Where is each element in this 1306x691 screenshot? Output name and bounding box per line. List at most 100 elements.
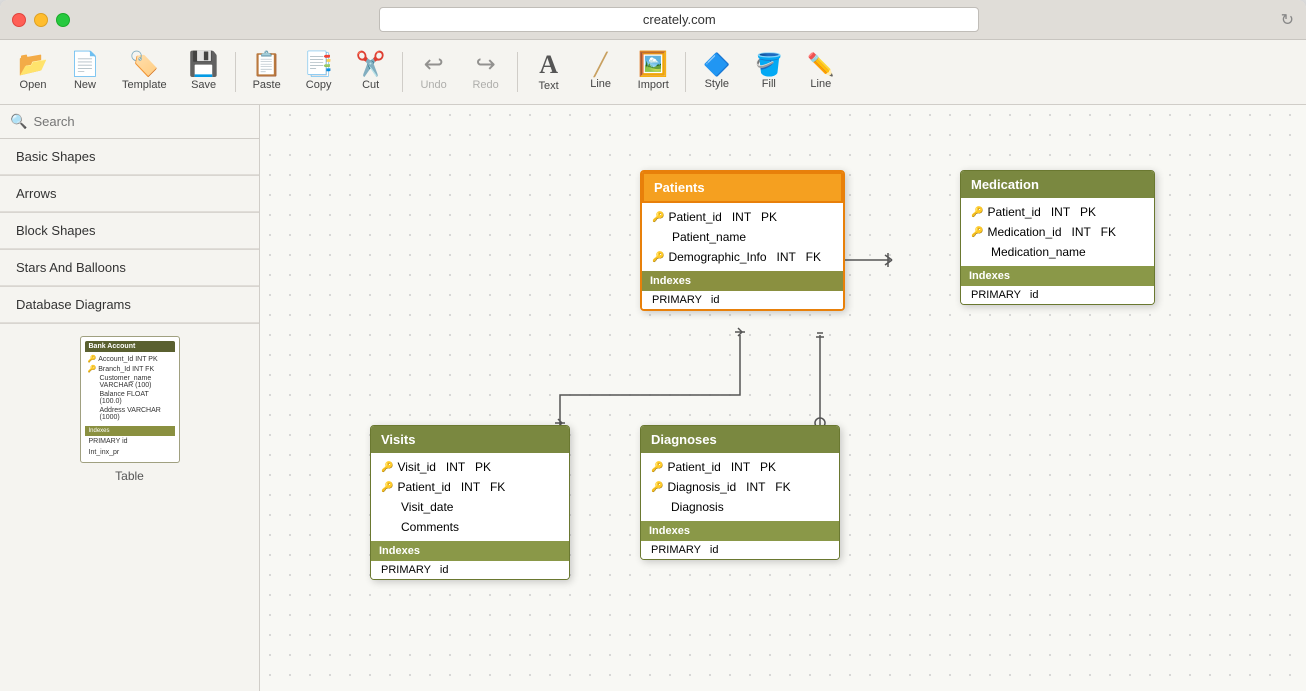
copy-icon: 📑 <box>304 53 334 77</box>
key-icon: 🔑 <box>651 462 663 473</box>
key-icon: 🔑 <box>971 207 983 218</box>
new-icon: 📄 <box>70 53 100 77</box>
preview-label: Table <box>115 469 144 483</box>
sidebar-section-block: Block Shapes <box>0 213 259 250</box>
open-button[interactable]: 📂 Open <box>8 44 58 100</box>
fk-icon: 🔑 <box>381 482 393 493</box>
table-diagnoses-index-row: PRIMARY id <box>641 541 839 559</box>
cut-button[interactable]: ✂️ Cut <box>346 44 396 100</box>
url-text: creately.com <box>643 12 716 27</box>
line-button[interactable]: ╱ Line <box>576 44 626 100</box>
cut-label: Cut <box>362 79 379 91</box>
maximize-button[interactable] <box>56 13 70 27</box>
sidebar-item-basic-shapes[interactable]: Basic Shapes <box>0 139 259 175</box>
open-icon: 📂 <box>18 53 48 77</box>
search-input[interactable] <box>33 114 249 129</box>
preview-card-header: Bank Account <box>85 341 175 352</box>
table-visits-body: 🔑 Visit_id INT PK 🔑 Patient_id INT FK Vi… <box>371 453 569 541</box>
preview-card[interactable]: Bank Account 🔑 Account_Id INT PK 🔑 Branc… <box>80 336 180 463</box>
redo-button[interactable]: ↪ Redo <box>461 44 511 100</box>
text-icon: A <box>539 52 558 78</box>
text-button[interactable]: A Text <box>524 44 574 100</box>
sidebar-item-block-shapes[interactable]: Block Shapes <box>0 213 259 249</box>
text-label: Text <box>539 80 559 92</box>
search-icon: 🔍 <box>10 113 27 130</box>
sidebar-item-stars-balloons[interactable]: Stars And Balloons <box>0 250 259 286</box>
table-row: Medication_name <box>961 242 1154 262</box>
sidebar: 🔍 Basic Shapes Arrows Block Shapes Stars… <box>0 105 260 691</box>
table-patients-index-row: PRIMARY id <box>642 291 843 309</box>
table-row: 🔑 Patient_id INT PK <box>641 457 839 477</box>
table-row: Diagnosis <box>641 497 839 517</box>
app-window: creately.com ↻ 📂 Open 📄 New 🏷️ Template … <box>0 0 1306 691</box>
new-button[interactable]: 📄 New <box>60 44 110 100</box>
fk-icon: 🔑 <box>652 252 664 263</box>
close-button[interactable] <box>12 13 26 27</box>
table-patients-indexes-header: Indexes <box>642 271 843 291</box>
preview-row-3: Customer_name VARCHAR (100) <box>85 374 175 390</box>
save-icon: 💾 <box>189 53 219 77</box>
open-label: Open <box>20 79 47 91</box>
canvas[interactable]: Patients 🔑 Patient_id INT PK Patient_nam… <box>260 105 1306 691</box>
search-bar: 🔍 <box>0 105 259 139</box>
table-patients-header: Patients <box>642 172 843 203</box>
table-row: 🔑 Patient_id INT PK <box>961 202 1154 222</box>
sidebar-section-basic: Basic Shapes <box>0 139 259 176</box>
undo-icon: ↩ <box>424 53 444 77</box>
copy-label: Copy <box>306 79 332 91</box>
key-icon-2: 🔑 <box>88 365 97 373</box>
undo-label: Undo <box>420 79 446 91</box>
save-button[interactable]: 💾 Save <box>179 44 229 100</box>
sidebar-item-arrows[interactable]: Arrows <box>0 176 259 212</box>
fk-icon: 🔑 <box>651 482 663 493</box>
table-row: 🔑 Medication_id INT FK <box>961 222 1154 242</box>
sidebar-preview: Bank Account 🔑 Account_Id INT PK 🔑 Branc… <box>0 324 259 495</box>
table-patients[interactable]: Patients 🔑 Patient_id INT PK Patient_nam… <box>640 170 845 311</box>
template-button[interactable]: 🏷️ Template <box>112 44 177 100</box>
import-label: Import <box>638 79 669 91</box>
table-row: Comments <box>371 517 569 537</box>
sidebar-item-database-diagrams[interactable]: Database Diagrams <box>0 287 259 323</box>
table-diagnoses[interactable]: Diagnoses 🔑 Patient_id INT PK 🔑 Diagnosi… <box>640 425 840 560</box>
import-button[interactable]: 🖼️ Import <box>628 44 679 100</box>
style-label: Style <box>705 78 729 90</box>
table-medication[interactable]: Medication 🔑 Patient_id INT PK 🔑 Medicat… <box>960 170 1155 305</box>
template-label: Template <box>122 79 167 91</box>
sidebar-section-stars: Stars And Balloons <box>0 250 259 287</box>
fill-button[interactable]: 🪣 Fill <box>744 44 794 100</box>
sidebar-section-arrows: Arrows <box>0 176 259 213</box>
preview-row-2: 🔑 Branch_Id INT FK <box>85 364 175 374</box>
reload-button[interactable]: ↻ <box>1281 10 1294 30</box>
fill-label: Fill <box>762 78 776 90</box>
linestyle-button[interactable]: ✏️ Line <box>796 44 846 100</box>
fk-icon: 🔑 <box>971 227 983 238</box>
table-medication-index-row: PRIMARY id <box>961 286 1154 304</box>
table-diagnoses-body: 🔑 Patient_id INT PK 🔑 Diagnosis_id INT F… <box>641 453 839 521</box>
minimize-button[interactable] <box>34 13 48 27</box>
traffic-lights <box>12 13 70 27</box>
divider-1 <box>235 52 236 92</box>
import-icon: 🖼️ <box>638 53 668 77</box>
divider-2 <box>402 52 403 92</box>
copy-button[interactable]: 📑 Copy <box>294 44 344 100</box>
undo-button[interactable]: ↩ Undo <box>409 44 459 100</box>
linestyle-label: Line <box>810 78 831 90</box>
preview-index-row: PRIMARY id <box>85 436 175 447</box>
table-row: 🔑 Patient_id INT FK <box>371 477 569 497</box>
table-visits[interactable]: Visits 🔑 Visit_id INT PK 🔑 Patient_id IN… <box>370 425 570 580</box>
template-icon: 🏷️ <box>129 53 159 77</box>
table-row: 🔑 Patient_id INT PK <box>642 207 843 227</box>
fill-icon: 🪣 <box>755 54 782 76</box>
preview-card-indexes: Indexes <box>85 426 175 436</box>
preview-row-4: Balance FLOAT (100.0) <box>85 390 175 406</box>
address-bar[interactable]: creately.com <box>379 7 979 32</box>
paste-button[interactable]: 📋 Paste <box>242 44 292 100</box>
style-button[interactable]: 🔷 Style <box>692 44 742 100</box>
table-patients-body: 🔑 Patient_id INT PK Patient_name 🔑 Demog… <box>642 203 843 271</box>
divider-3 <box>517 52 518 92</box>
save-label: Save <box>191 79 216 91</box>
paste-label: Paste <box>253 79 281 91</box>
title-bar: creately.com ↻ <box>0 0 1306 40</box>
preview-row-1: 🔑 Account_Id INT PK <box>85 354 175 364</box>
sidebar-section-db: Database Diagrams <box>0 287 259 324</box>
